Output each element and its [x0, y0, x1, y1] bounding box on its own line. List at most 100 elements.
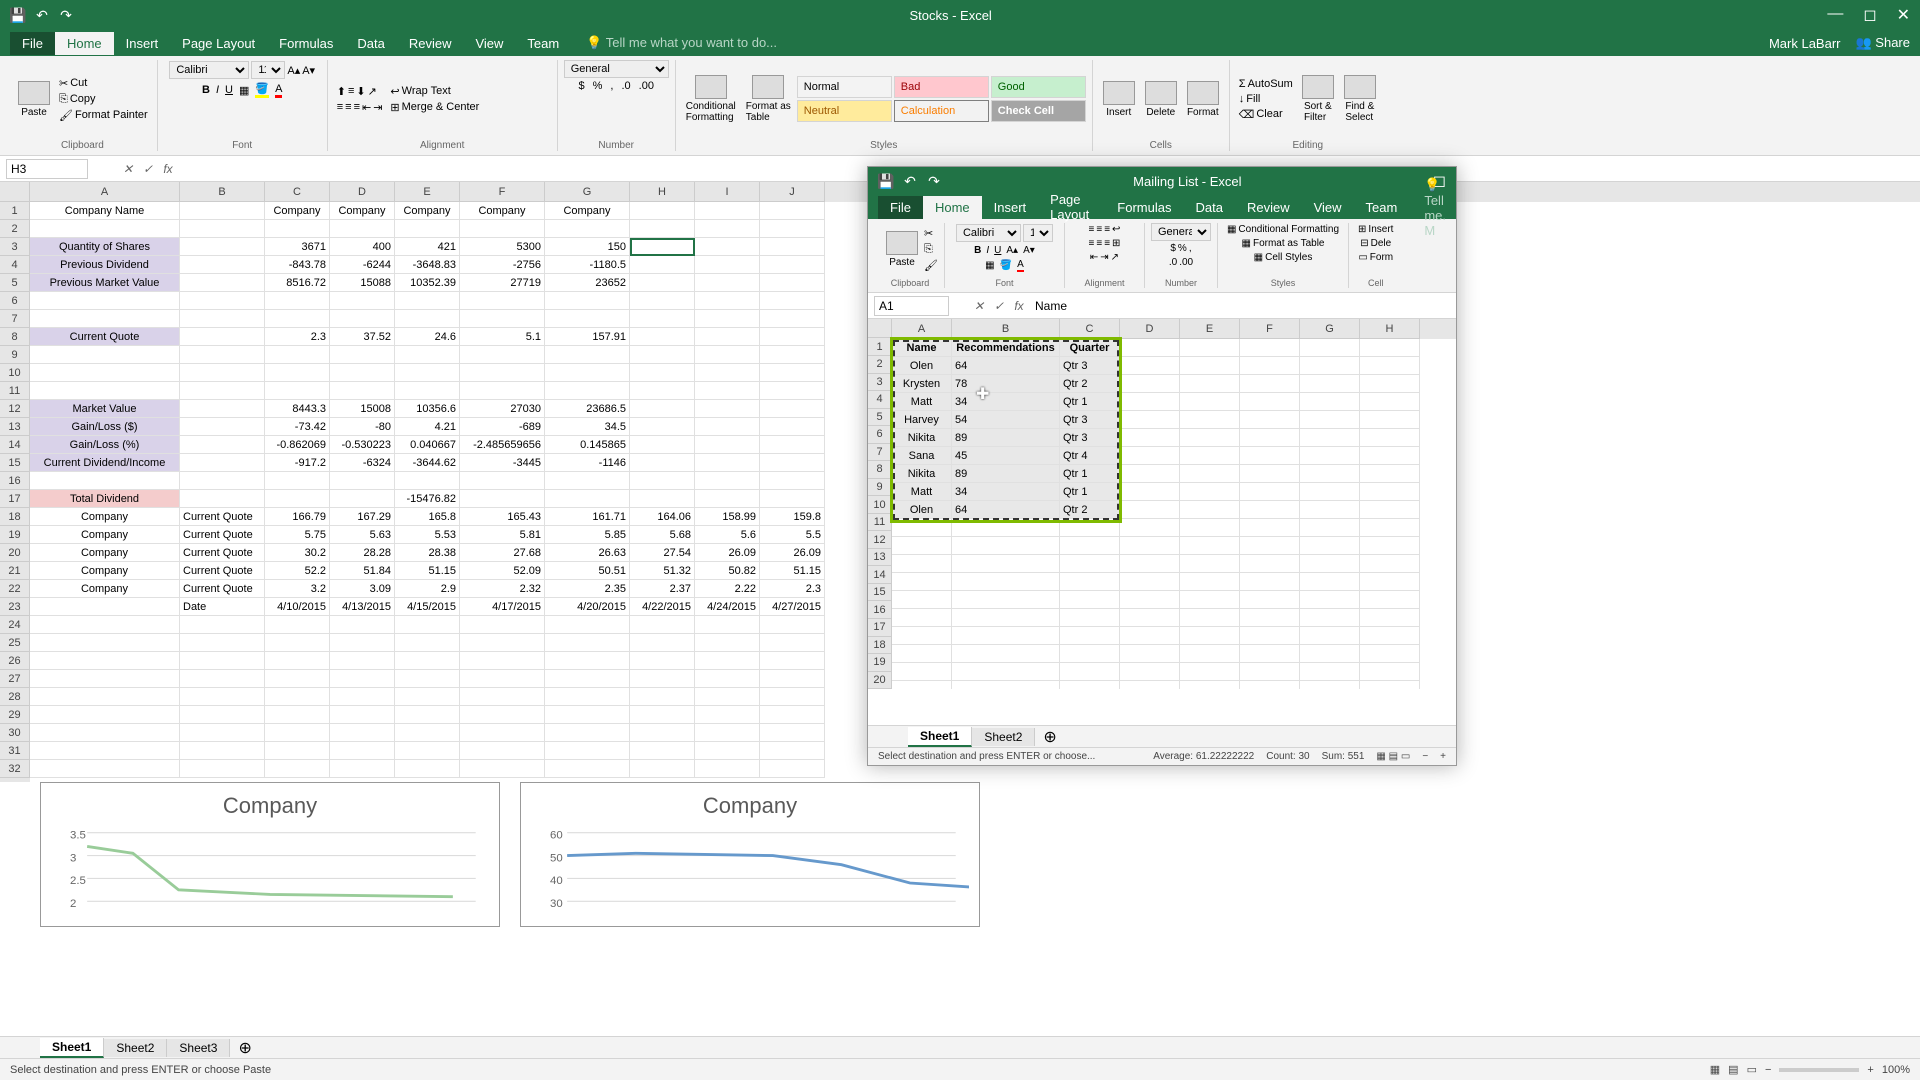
cell-H3[interactable]: [630, 238, 695, 256]
cell-H11[interactable]: [630, 382, 695, 400]
cell-B19[interactable]: [952, 663, 1060, 681]
cell-B26[interactable]: [180, 652, 265, 670]
w2-delete-button[interactable]: ⊟ Dele: [1357, 237, 1394, 250]
cell-E10[interactable]: [1180, 501, 1240, 519]
cell-A4[interactable]: Matt: [892, 393, 952, 411]
cell-G19[interactable]: [1300, 663, 1360, 681]
cell-D4[interactable]: [1120, 393, 1180, 411]
cell-G32[interactable]: [545, 760, 630, 778]
cell-D9[interactable]: [330, 346, 395, 364]
cell-J16[interactable]: [760, 472, 825, 490]
cell-A12[interactable]: Market Value: [30, 400, 180, 418]
cell-H14[interactable]: [630, 436, 695, 454]
fx-icon[interactable]: fx: [158, 162, 178, 176]
cell-C17[interactable]: [265, 490, 330, 508]
col-header-E[interactable]: E: [395, 182, 460, 202]
cell-F6[interactable]: [460, 292, 545, 310]
cell-B7[interactable]: 45: [952, 447, 1060, 465]
row-header-11[interactable]: 11: [0, 382, 30, 400]
cell-F26[interactable]: [460, 652, 545, 670]
cell-I23[interactable]: 4/24/2015: [695, 598, 760, 616]
cell-C5[interactable]: 8516.72: [265, 274, 330, 292]
cell-G17[interactable]: [545, 490, 630, 508]
wrap-text-button[interactable]: ↩ Wrap Text: [387, 84, 482, 99]
cell-F32[interactable]: [460, 760, 545, 778]
w2-font-name-select[interactable]: Calibri: [956, 224, 1021, 242]
cell-G12[interactable]: 23686.5: [545, 400, 630, 418]
cell-F8[interactable]: [1240, 465, 1300, 483]
cell-G3[interactable]: 150: [545, 238, 630, 256]
row-header-1[interactable]: 1: [868, 338, 892, 356]
percent-icon[interactable]: %: [593, 80, 603, 92]
cell-D11[interactable]: [1120, 519, 1180, 537]
row-header-20[interactable]: 20: [0, 544, 30, 562]
cell-G20[interactable]: [1300, 681, 1360, 689]
cell-F8[interactable]: 5.1: [460, 328, 545, 346]
cell-C22[interactable]: 3.2: [265, 580, 330, 598]
tell-me-search[interactable]: 💡 Tell me what you want to do...: [571, 35, 1769, 51]
shrink-font-icon[interactable]: A▾: [302, 64, 315, 77]
row-header-23[interactable]: 23: [0, 598, 30, 616]
row-header-26[interactable]: 26: [0, 652, 30, 670]
cell-G7[interactable]: [1300, 447, 1360, 465]
cell-A32[interactable]: [30, 760, 180, 778]
cell-C18[interactable]: 166.79: [265, 508, 330, 526]
cell-H14[interactable]: [1360, 573, 1420, 591]
cell-B11[interactable]: [952, 519, 1060, 537]
fill-button[interactable]: ↓ Fill: [1236, 92, 1296, 106]
cell-F9[interactable]: [460, 346, 545, 364]
row-header-1[interactable]: 1: [0, 202, 30, 220]
cell-B4[interactable]: [180, 256, 265, 274]
cell-E19[interactable]: 5.53: [395, 526, 460, 544]
row-header-9[interactable]: 9: [868, 479, 892, 497]
row-header-30[interactable]: 30: [0, 724, 30, 742]
col-header-H[interactable]: H: [630, 182, 695, 202]
number-format-select[interactable]: General: [564, 60, 669, 78]
cell-H16[interactable]: [1360, 609, 1420, 627]
cell-A21[interactable]: Company: [30, 562, 180, 580]
cell-G13[interactable]: [1300, 555, 1360, 573]
cell-I32[interactable]: [695, 760, 760, 778]
cell-H8[interactable]: [630, 328, 695, 346]
add-sheet-button[interactable]: ⊕: [230, 1038, 259, 1058]
cell-I11[interactable]: [695, 382, 760, 400]
comma-icon[interactable]: ,: [610, 80, 613, 92]
cell-H7[interactable]: [1360, 447, 1420, 465]
cell-D31[interactable]: [330, 742, 395, 760]
cell-C24[interactable]: [265, 616, 330, 634]
cell-A3[interactable]: Krysten: [892, 375, 952, 393]
cell-C17[interactable]: [1060, 627, 1120, 645]
tab-formulas[interactable]: Formulas: [1105, 196, 1183, 219]
cell-D7[interactable]: [330, 310, 395, 328]
cell-E1[interactable]: [1180, 339, 1240, 357]
cell-C9[interactable]: [265, 346, 330, 364]
cell-G2[interactable]: [545, 220, 630, 238]
cell-A27[interactable]: [30, 670, 180, 688]
cell-J13[interactable]: [760, 418, 825, 436]
increase-indent-icon[interactable]: ⇥: [373, 101, 382, 114]
cell-B20[interactable]: Current Quote: [180, 544, 265, 562]
cell-J22[interactable]: 2.3: [760, 580, 825, 598]
cell-E4[interactable]: [1180, 393, 1240, 411]
cell-B9[interactable]: 34: [952, 483, 1060, 501]
cell-E24[interactable]: [395, 616, 460, 634]
cell-I19[interactable]: 5.6: [695, 526, 760, 544]
w2-cell-styles-button[interactable]: ▦ Cell Styles: [1251, 251, 1316, 264]
cell-H27[interactable]: [630, 670, 695, 688]
cell-F28[interactable]: [460, 688, 545, 706]
cell-E20[interactable]: [1180, 681, 1240, 689]
tab-review[interactable]: Review: [1235, 196, 1302, 219]
w2-merge-icon[interactable]: ⊞: [1112, 238, 1120, 249]
cell-H2[interactable]: [1360, 357, 1420, 375]
cell-F31[interactable]: [460, 742, 545, 760]
cell-F12[interactable]: 27030: [460, 400, 545, 418]
cell-A3[interactable]: Quantity of Shares: [30, 238, 180, 256]
cell-D9[interactable]: [1120, 483, 1180, 501]
cell-I10[interactable]: [695, 364, 760, 382]
cell-B32[interactable]: [180, 760, 265, 778]
chart-0[interactable]: Company3.532.52: [40, 782, 500, 927]
cell-F14[interactable]: -2.485659656: [460, 436, 545, 454]
name-box[interactable]: [6, 159, 88, 179]
col-header-G[interactable]: G: [545, 182, 630, 202]
cell-E26[interactable]: [395, 652, 460, 670]
